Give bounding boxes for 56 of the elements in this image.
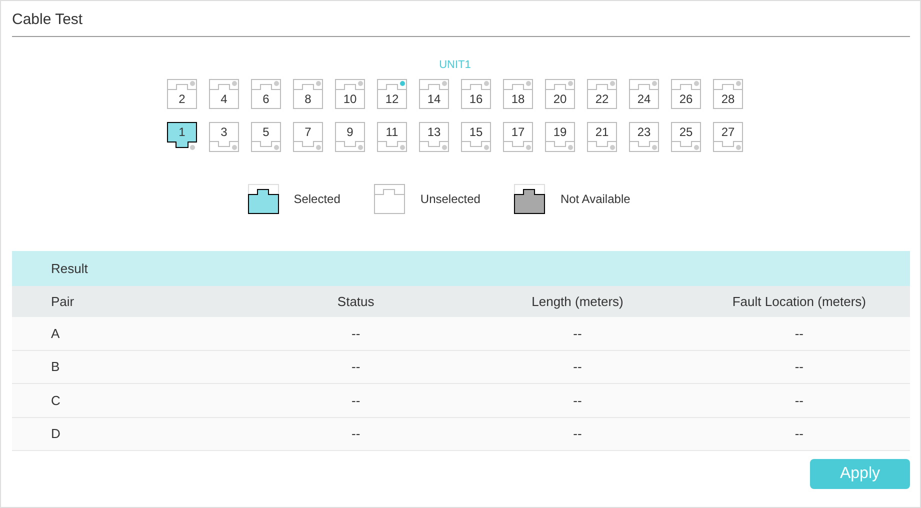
- port-button[interactable]: 20: [545, 79, 575, 109]
- table-cell-text: --: [794, 358, 805, 376]
- port-button[interactable]: 21: [587, 122, 617, 152]
- table-cell-text: --: [350, 425, 362, 443]
- port-button[interactable]: 27: [713, 122, 743, 152]
- page-title: Cable Test: [12, 1, 910, 37]
- port-legend-icon: [374, 184, 406, 214]
- legend-label: Unselected: [420, 191, 480, 208]
- table-cell-text: --: [350, 324, 362, 342]
- port-button[interactable]: 14: [419, 79, 449, 109]
- port-button[interactable]: 12: [377, 79, 407, 109]
- port-legend-icon: [514, 184, 546, 214]
- table-cell-text: C: [50, 392, 62, 410]
- port-button[interactable]: 28: [713, 79, 743, 109]
- table-cell-text: --: [350, 358, 362, 376]
- column-header: Length (meters): [530, 292, 624, 311]
- result-header: Result: [12, 251, 910, 286]
- port-button[interactable]: 19: [545, 122, 575, 152]
- port-button[interactable]: 24: [629, 79, 659, 109]
- port-button[interactable]: 23: [629, 122, 659, 152]
- port-button[interactable]: 18: [503, 79, 533, 109]
- table-cell-text: --: [350, 392, 362, 410]
- table-cell-text: A: [50, 324, 61, 342]
- table-cell-text: --: [572, 324, 583, 342]
- port-button[interactable]: 3: [209, 122, 239, 152]
- port-button[interactable]: 4: [209, 79, 239, 109]
- port-button[interactable]: 6: [251, 79, 281, 109]
- port-button[interactable]: 8: [293, 79, 323, 109]
- port-button[interactable]: 5: [251, 122, 281, 152]
- port-button[interactable]: 9: [335, 122, 365, 152]
- port-button[interactable]: 15: [461, 122, 491, 152]
- port-button[interactable]: 22: [587, 79, 617, 109]
- table-cell-text: --: [794, 324, 805, 342]
- table-cell-text: --: [572, 358, 583, 376]
- port-button[interactable]: 10: [335, 79, 365, 109]
- port-button[interactable]: 7: [293, 122, 323, 152]
- port-button[interactable]: 25: [671, 122, 701, 152]
- port-button[interactable]: 17: [503, 122, 533, 152]
- port-button[interactable]: 11: [377, 122, 407, 152]
- table-cell-text: D: [50, 425, 62, 443]
- table-cell-text: --: [572, 425, 583, 443]
- unit-label: UNIT1: [439, 58, 471, 72]
- table-cell-text: B: [50, 358, 61, 376]
- port-legend-icon: [248, 184, 279, 214]
- table-cell-text: --: [794, 425, 805, 443]
- legend-label: Not Available: [560, 191, 630, 208]
- port-button[interactable]: 2: [167, 79, 197, 109]
- table-cell-text: --: [794, 392, 805, 410]
- port-button[interactable]: 16: [461, 79, 491, 109]
- column-header: Status: [336, 292, 376, 311]
- column-header: Fault Location (meters): [731, 292, 868, 311]
- table-cell-text: --: [572, 392, 583, 410]
- column-header: Pair: [50, 292, 76, 311]
- port-button[interactable]: 13: [419, 122, 449, 152]
- port-button[interactable]: 26: [671, 79, 701, 109]
- legend-label: Selected: [294, 191, 340, 208]
